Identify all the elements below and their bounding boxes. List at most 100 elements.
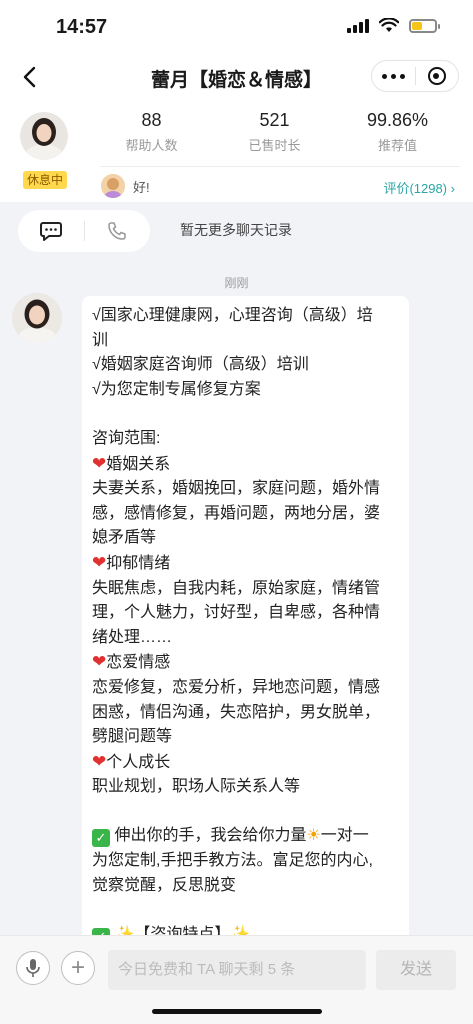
message-line: √国家心理健康网，心理咨询（高级）培 [92,304,399,329]
message-line: 失眠焦虑，自我内耗，原始家庭，情绪管 [92,577,399,602]
voice-button[interactable] [16,951,50,985]
battery-icon [409,18,440,33]
message-line-text: 伸出你的手，我会给你力量 [110,827,307,845]
message-input[interactable]: 今日免费和 TA 聊天剩 5 条 [108,950,366,990]
mini-program-capsule [371,60,459,92]
message-line: 绪处理…… [92,626,399,651]
message-line-text: 夫妻关系，婚姻挽回，家庭问题，婚外情 [92,480,381,498]
message-line: 恋爱修复，恋爱分析，异地恋问题，情感 [92,676,399,701]
home-indicator [152,1009,322,1014]
message-line-text: 恋爱情感 [106,654,171,672]
message-line: 咨询范围: [92,427,399,452]
stat-value: 88 [141,110,162,130]
counselor-avatar[interactable] [20,112,68,160]
message-line: ❤抑郁情绪 [92,551,399,577]
stat-label: 已售时长 [248,138,301,153]
nav-bar: 蕾月【婚恋＆情感】 [0,52,473,102]
latest-review-text: 好! [133,180,150,195]
status-badge: 休息中 [23,171,68,189]
message-line-text: 绪处理…… [92,628,173,646]
message-line: 觉察觉醒，反思脱变 [92,874,399,899]
message-line: ✓ 伸出你的手，我会给你力量☀一对一 [92,824,399,849]
message-line-text: 困惑，情侣沟通，失恋陪护，男女脱单， [92,703,381,721]
message-line: 感，感情修复，再婚问题，两地分居，婆 [92,502,399,527]
add-button[interactable]: + [61,951,95,985]
message-text: √国家心理健康网，心理咨询（高级）培训 √婚姻家庭咨询师（高级）培训 √为您定制专属… [82,296,409,946]
message-line-text: 感，感情修复，再婚问题，两地分居，婆 [92,504,381,522]
stat-recommend: 99.86% 推荐值 [336,110,459,154]
stat-sold-hours: 521 已售时长 [213,110,336,154]
chat-bubble-icon [39,222,62,241]
message-line: 训 [92,329,399,354]
close-mini-program-button[interactable] [416,67,458,85]
chevron-right-icon: › [450,181,455,196]
reviewer-avatar [101,174,125,198]
heart-icon: ❤ [92,453,107,473]
message-line-text: 咨询范围: [92,429,161,447]
send-button[interactable]: 发送 [376,950,456,990]
message-line-text: √婚姻家庭咨询师（高级）培训 [92,356,309,374]
microphone-icon [26,959,40,977]
message-line-text: 理，个人魅力，讨好型，自卑感，各种情 [92,604,381,622]
message-line-text: 一对一 [320,827,369,845]
message-line [92,402,399,427]
message-line-text: √为您定制专属修复方案 [92,380,261,398]
message-line: 劈腿问题等 [92,725,399,750]
status-bar: 14:57 [0,0,473,52]
message-line-text: 失眠焦虑，自我内耗，原始家庭，情绪管 [92,579,381,597]
message-line: √婚姻家庭咨询师（高级）培训 [92,353,399,378]
target-icon [427,67,446,85]
divider [100,166,460,167]
stat-label: 推荐值 [377,138,417,153]
counselor-profile: 休息中 88 帮助人数 521 已售时长 99.86% 推荐值 好! 评价(12… [0,102,473,202]
no-more-history: 暂无更多聊天记录 [180,222,292,238]
reviews-link-label: 评价(1298) [383,181,448,196]
message-line: 媳矛盾等 [92,526,399,551]
message-line: 理，个人魅力，讨好型，自卑感，各种情 [92,601,399,626]
plus-icon: + [70,954,85,981]
message-line-text: 个人成长 [106,753,171,771]
reviews-link[interactable]: 评价(1298) › [383,178,455,197]
stat-label: 帮助人数 [125,138,178,153]
chat-button[interactable] [18,220,84,242]
message-timestamp: 刚刚 [224,276,249,290]
message-line-text: √国家心理健康网，心理咨询（高级）培 [92,307,373,324]
message-line-text: 为您定制,手把手教方法。富足您的内心, [92,852,373,870]
stat-helped: 88 帮助人数 [90,110,213,154]
call-button[interactable] [85,221,151,241]
message-line: 为您定制,手把手教方法。富足您的内心, [92,849,399,874]
message-line-text: 媳矛盾等 [92,529,157,547]
check-mark-icon: ✓ [92,829,110,848]
message-line-text: 觉察觉醒，反思脱变 [92,876,237,894]
heart-icon: ❤ [92,751,107,771]
message-line-text: 训 [92,331,109,349]
message-line: √为您定制专属修复方案 [92,378,399,403]
heart-icon: ❤ [92,652,107,672]
message-bubble[interactable]: √国家心理健康网，心理咨询（高级）培训 √婚姻家庭咨询师（高级）培训 √为您定制专属… [82,296,409,946]
message-line: 困惑，情侣沟通，失恋陪护，男女脱单， [92,701,399,726]
stat-value: 521 [259,110,290,130]
message-line: ❤个人成长 [92,750,399,776]
wifi-icon [379,18,399,32]
sun-icon: ☀ [306,827,321,845]
signal-icon [347,18,369,33]
message-line [92,898,399,923]
more-icon[interactable] [372,73,415,79]
contact-switch [18,210,150,252]
status-icons [347,18,440,33]
message-line-text: 劈腿问题等 [92,728,173,746]
message-line: ❤恋爱情感 [92,650,399,676]
stats-row: 88 帮助人数 521 已售时长 99.86% 推荐值 [90,110,460,154]
message-line-text: 职业规划，职场人际关系人等 [92,778,301,796]
message-line: ❤婚姻关系 [92,452,399,478]
message-line [92,800,399,825]
message-line: 职业规划，职场人际关系人等 [92,775,399,800]
message-line: 夫妻关系，婚姻挽回，家庭问题，婚外情 [92,477,399,502]
message-line-text: 婚姻关系 [106,455,171,473]
heart-icon: ❤ [92,552,107,572]
sender-avatar[interactable] [12,293,62,343]
stat-value: 99.86% [366,110,429,130]
phone-icon [108,222,127,240]
message-line-text: 恋爱修复，恋爱分析，异地恋问题，情感 [92,678,381,696]
message-line-text: 抑郁情绪 [106,554,171,572]
